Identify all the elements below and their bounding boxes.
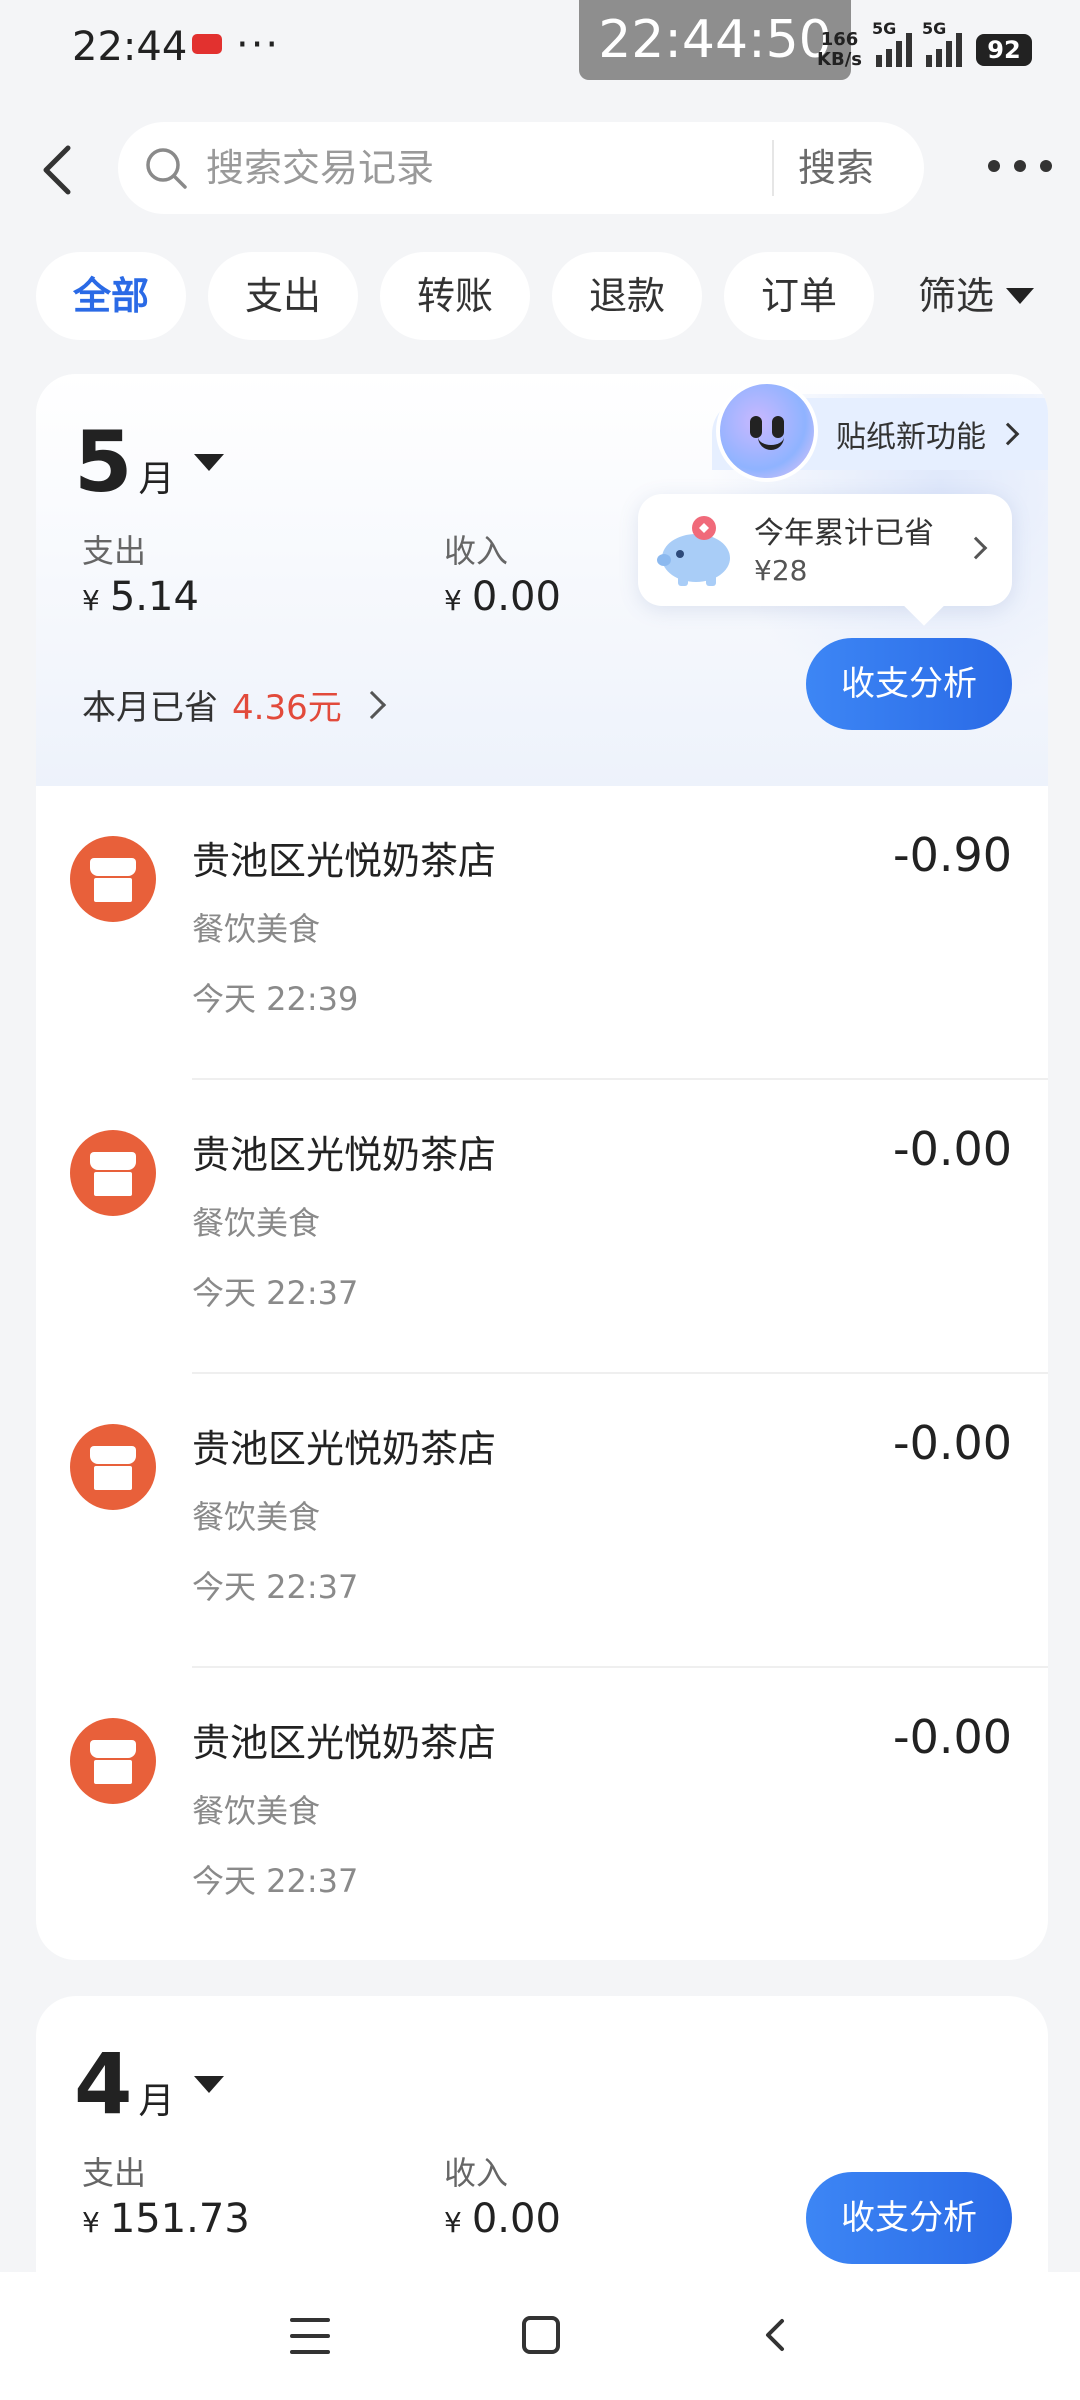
triangle-down-icon xyxy=(1006,288,1035,304)
status-right: 166 KB/s 5G 5G 92 xyxy=(817,19,1032,78)
income-expense-analysis-button[interactable]: 收支分析 xyxy=(806,638,1012,730)
store-icon xyxy=(70,836,156,922)
signal-label-2: 5G xyxy=(922,19,947,38)
back-button[interactable] xyxy=(30,140,90,200)
chevron-right-icon xyxy=(996,422,1020,446)
currency-symbol: ¥ xyxy=(82,584,100,617)
merchant-name: 贵池区光悦奶茶店 xyxy=(192,839,497,883)
transaction-amount: -0.00 xyxy=(892,1416,1012,1470)
network-speed-value: 166 xyxy=(820,29,859,50)
merchant-name: 贵池区光悦奶茶店 xyxy=(192,1133,497,1177)
month-card-may: 5 月 支出 ¥5.14 收入 ¥0.00 本月已省 4.36元 贴纸新功能 今… xyxy=(36,374,1048,1960)
search-bar[interactable]: 搜索交易记录 搜索 xyxy=(118,122,924,214)
transaction-category: 餐饮美食 xyxy=(192,1498,321,1536)
merchant-name: 贵池区光悦奶茶店 xyxy=(192,1427,497,1471)
transaction-row[interactable]: 贵池区光悦奶茶店 餐饮美食 今天 22:37 -0.00 xyxy=(36,1668,1048,1960)
income-label: 收入 xyxy=(444,2154,509,2192)
network-speed: 166 KB/s xyxy=(817,30,862,70)
status-time: 22:44 xyxy=(72,24,188,70)
triangle-down-icon xyxy=(194,453,225,471)
network-speed-unit: KB/s xyxy=(817,49,862,70)
transaction-category: 餐饮美食 xyxy=(192,1792,321,1830)
transaction-amount: -0.90 xyxy=(892,828,1012,882)
month-selector[interactable]: 4 月 xyxy=(74,2035,225,2133)
transaction-category: 餐饮美食 xyxy=(192,1204,321,1242)
expense-amount: 5.14 xyxy=(109,574,199,620)
sticker-label: 贴纸新功能 xyxy=(836,420,986,455)
merchant-name: 贵池区光悦奶茶店 xyxy=(192,1721,497,1765)
income-amount: 0.00 xyxy=(471,2196,561,2242)
signal-icon-2: 5G xyxy=(922,19,962,67)
notification-icon xyxy=(192,34,222,54)
battery-icon: 92 xyxy=(976,34,1032,66)
month-unit: 月 xyxy=(138,459,175,500)
sticker-feature-link[interactable]: 贴纸新功能 xyxy=(836,412,1020,456)
sticker-mascot-icon[interactable] xyxy=(716,380,818,482)
expense-label: 支出 xyxy=(82,532,147,570)
saved-label: 本月已省 xyxy=(82,688,218,728)
transaction-row[interactable]: 贵池区光悦奶茶店 餐饮美食 今天 22:37 -0.00 xyxy=(36,1374,1048,1668)
yearly-savings-amount: ¥28 xyxy=(754,554,808,587)
tab-all[interactable]: 全部 xyxy=(36,252,186,340)
month-selector[interactable]: 5 月 xyxy=(74,413,225,511)
signal-label: 5G xyxy=(872,19,897,38)
system-nav-bar xyxy=(0,2272,1080,2400)
month-unit: 月 xyxy=(138,2081,175,2122)
transaction-category: 餐饮美食 xyxy=(192,910,321,948)
signal-icon: 5G xyxy=(872,19,912,67)
nav-menu-icon[interactable] xyxy=(290,2318,330,2354)
currency-symbol: ¥ xyxy=(444,2206,462,2239)
status-more-indicator: ··· xyxy=(236,22,281,68)
tab-transfer[interactable]: 转账 xyxy=(380,252,530,340)
currency-symbol: ¥ xyxy=(444,584,462,617)
store-icon xyxy=(70,1130,156,1216)
clock-overlay: 22:44:50 xyxy=(579,0,851,80)
transaction-time: 今天 22:37 xyxy=(192,1274,359,1312)
search-input[interactable]: 搜索交易记录 xyxy=(206,144,434,192)
income-value: ¥0.00 xyxy=(444,574,561,620)
search-button[interactable]: 搜索 xyxy=(798,144,874,192)
search-divider xyxy=(772,140,774,196)
month-number: 4 xyxy=(74,2035,133,2133)
transaction-time: 今天 22:37 xyxy=(192,1862,359,1900)
transaction-row[interactable]: 贵池区光悦奶茶店 餐饮美食 今天 22:37 -0.00 xyxy=(36,1080,1048,1374)
transaction-time: 今天 22:37 xyxy=(192,1568,359,1606)
nav-home-icon[interactable] xyxy=(522,2316,560,2354)
expense-amount: 151.73 xyxy=(109,2196,250,2242)
transaction-time: 今天 22:39 xyxy=(192,980,359,1018)
income-value: ¥0.00 xyxy=(444,2196,561,2242)
expense-value: ¥5.14 xyxy=(82,574,199,620)
expense-value: ¥151.73 xyxy=(82,2196,250,2242)
tab-expense[interactable]: 支出 xyxy=(208,252,358,340)
triangle-down-icon xyxy=(194,2075,225,2093)
transaction-amount: -0.00 xyxy=(892,1122,1012,1176)
status-bar: 22:44 ··· 22:44:50 166 KB/s 5G 5G 92 xyxy=(0,0,1080,100)
monthly-savings-link[interactable]: 本月已省 4.36元 xyxy=(82,680,386,729)
chevron-right-icon xyxy=(357,690,386,719)
filter-label: 筛选 xyxy=(918,274,995,318)
yearly-savings-bubble[interactable]: 今年累计已省 ¥28 xyxy=(638,494,1012,606)
income-label: 收入 xyxy=(444,532,509,570)
expense-label: 支出 xyxy=(82,2154,147,2192)
income-amount: 0.00 xyxy=(471,574,561,620)
saved-amount: 4.36元 xyxy=(232,688,342,728)
more-dots-icon[interactable] xyxy=(988,144,1052,188)
currency-symbol: ¥ xyxy=(82,2206,100,2239)
nav-back-icon[interactable] xyxy=(758,2318,792,2352)
store-icon xyxy=(70,1424,156,1510)
search-icon xyxy=(146,148,187,189)
store-icon xyxy=(70,1718,156,1804)
transaction-row[interactable]: 贵池区光悦奶茶店 餐饮美食 今天 22:39 -0.90 xyxy=(36,786,1048,1080)
tab-orders[interactable]: 订单 xyxy=(724,252,874,340)
filter-button[interactable]: 筛选 xyxy=(918,252,1035,340)
piggy-bank-icon xyxy=(657,516,730,586)
transaction-amount: -0.00 xyxy=(892,1710,1012,1764)
tab-refund[interactable]: 退款 xyxy=(552,252,702,340)
yearly-savings-title: 今年累计已省 xyxy=(754,516,934,551)
back-arrow-icon xyxy=(43,145,71,195)
chevron-right-icon xyxy=(964,536,988,560)
income-expense-analysis-button[interactable]: 收支分析 xyxy=(806,2172,1012,2264)
month-number: 5 xyxy=(74,413,133,511)
